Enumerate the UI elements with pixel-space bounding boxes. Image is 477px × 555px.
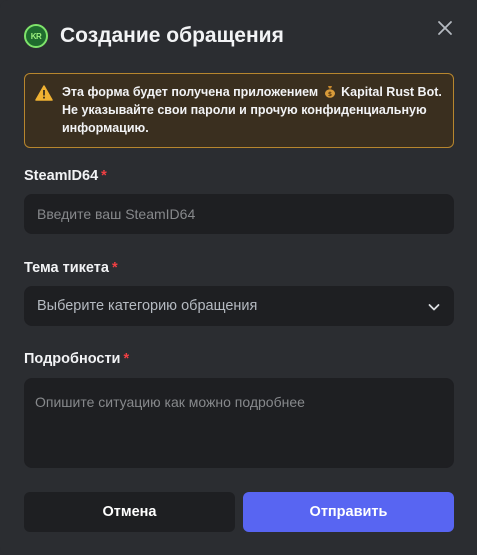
topic-label-text: Тема тикета <box>24 260 109 276</box>
warning-line1-prefix: Эта форма будет получена приложением <box>62 85 319 99</box>
modal-title: Создание обращения <box>60 24 284 47</box>
close-button[interactable] <box>431 14 459 42</box>
svg-text:$: $ <box>328 91 332 98</box>
steamid-label-text: SteamID64 <box>24 168 99 184</box>
bot-name: Kapital Rust Bot <box>341 85 439 99</box>
ticket-modal: KR Создание обращения Эта форма будет по… <box>0 0 477 555</box>
modal-header: KR Создание обращения <box>24 20 453 52</box>
topic-select-value: Выберите категорию обращения <box>37 298 258 314</box>
topic-select[interactable]: Выберите категорию обращения <box>24 286 454 326</box>
money-bag-icon: $ <box>324 86 335 98</box>
app-logo-text: KR <box>30 31 42 41</box>
warning-line2: Не указывайте свои пароли и прочую конфи… <box>62 103 427 135</box>
steamid-label: SteamID64 * <box>24 168 107 184</box>
warning-triangle-icon <box>35 85 53 101</box>
details-label: Подробности * <box>24 351 129 367</box>
topic-label: Тема тикета * <box>24 260 118 276</box>
cancel-button[interactable]: Отмена <box>24 492 235 532</box>
warning-line1-suffix: . <box>438 85 442 99</box>
chevron-down-icon <box>428 304 440 311</box>
required-mark: * <box>101 168 107 184</box>
close-icon <box>438 21 452 35</box>
app-logo-icon: KR <box>24 24 48 48</box>
details-textarea[interactable] <box>24 378 454 468</box>
warning-banner: Эта форма будет получена приложением $ K… <box>24 73 454 148</box>
required-mark: * <box>111 260 118 276</box>
required-mark: * <box>123 351 130 367</box>
submit-button[interactable]: Отправить <box>243 492 454 532</box>
warning-text: Эта форма будет получена приложением $ K… <box>62 83 443 137</box>
details-label-text: Подробности <box>24 351 121 367</box>
steamid-input[interactable] <box>24 194 454 234</box>
